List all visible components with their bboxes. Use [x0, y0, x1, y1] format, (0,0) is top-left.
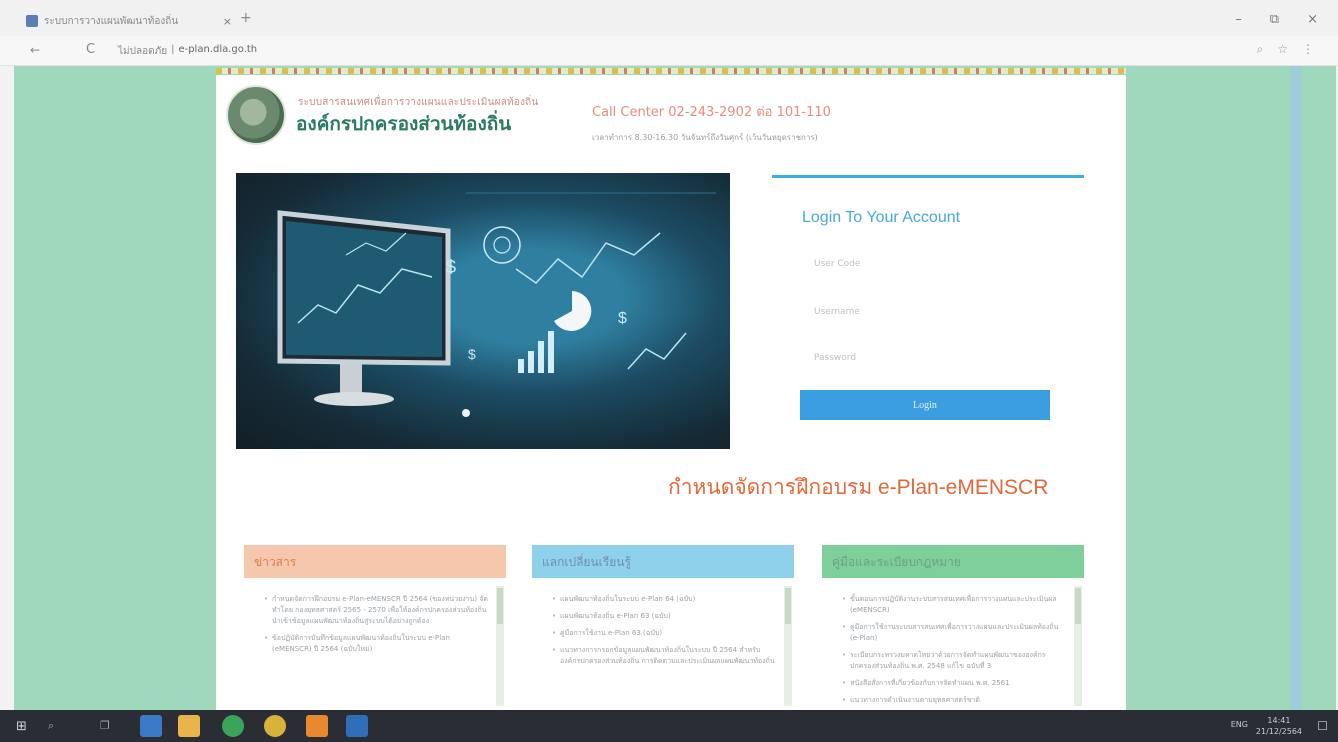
edge-app-icon[interactable] [140, 715, 162, 737]
learning-body: แผนพัฒนาท้องถิ่นในระบบ e-Plan 64 (ฉบับ) … [532, 578, 794, 710]
list-item[interactable]: แผนพัฒนาท้องถิ่น e-Plan 63 (ฉบับ) [552, 611, 776, 622]
taskbar-search-icon[interactable]: ⌕ [48, 719, 54, 733]
taskbar-clock[interactable]: 14:41 21/12/2564 [1256, 715, 1302, 737]
minimize-button[interactable]: – [1235, 12, 1242, 27]
hero-illustration: $ $ $ [277, 192, 716, 406]
login-title: Login To Your Account [802, 209, 961, 226]
decorative-border [216, 68, 1126, 74]
url-field[interactable]: ไม่ปลอดภัย | e-plan.dla.go.th [118, 44, 257, 59]
taskbar: ⊞ ⌕ ❐ ENG 14:41 21/12/2564 ☐ [0, 710, 1338, 742]
law-body: ขั้นตอนการปฏิบัติงานระบบสารสนเทศเพื่อการ… [822, 578, 1084, 710]
org-name: องค์กรปกครองส่วนท้องถิ่น [296, 114, 512, 135]
law-scrollbar[interactable] [1074, 586, 1082, 706]
back-button[interactable]: ← [30, 43, 40, 57]
username-input[interactable] [802, 297, 1052, 327]
browser-tab-bar: ระบบการวางแผนพัฒนาท้องถิ่น × + – ⧉ × [0, 0, 1338, 36]
windows-start-icon[interactable]: ⊞ [16, 719, 27, 734]
law-list: ขั้นตอนการปฏิบัติงานระบบสารสนเทศเพื่อการ… [842, 594, 1066, 706]
list-item[interactable]: แนวทางการดำเนินงานตามยุทธศาสตร์ชาติ [842, 695, 1066, 706]
svg-text:$: $ [446, 257, 456, 277]
news-column: ข่าวสาร กำหนดจัดการฝึกอบรม e-Plan-eMENSC… [244, 545, 506, 710]
news-list: กำหนดจัดการฝึกอบรม e-Plan-eMENSCR ปี 256… [264, 594, 488, 655]
task-view-icon[interactable]: ❐ [100, 719, 110, 732]
login-top-bar [772, 175, 1084, 178]
login-button[interactable]: Login [800, 390, 1050, 420]
address-bar: ← C ไม่ปลอดภัย | e-plan.dla.go.th ⌕ ☆ ⋮ [0, 36, 1338, 66]
file-explorer-icon[interactable] [178, 715, 200, 737]
learning-scrollbar[interactable] [784, 586, 792, 706]
close-window-button[interactable]: × [1307, 12, 1318, 27]
clock-date: 21/12/2564 [1255, 727, 1302, 736]
list-item[interactable]: ระเบียบกระทรวงมหาดไทยว่าด้วยการจัดทำแผนพ… [842, 650, 1066, 672]
menu-icon[interactable]: ⋮ [1302, 42, 1314, 57]
system-tray: ENG [1231, 720, 1248, 729]
law-header[interactable]: คู่มือและระเบียบกฎหมาย [822, 545, 1084, 578]
browser-tab[interactable]: ระบบการวางแผนพัฒนาท้องถิ่น × [26, 8, 232, 34]
bookmark-star-icon[interactable]: ☆ [1277, 42, 1288, 57]
news-body: กำหนดจัดการฝึกอบรม e-Plan-eMENSCR ปี 256… [244, 578, 506, 710]
learning-header[interactable]: แลกเปลี่ยนเรียนรู้ [532, 545, 794, 578]
favicon-icon [26, 15, 38, 27]
folder-app-icon[interactable] [306, 715, 328, 737]
news-scrollbar[interactable] [496, 586, 504, 706]
list-item[interactable]: แผนพัฒนาท้องถิ่นในระบบ e-Plan 64 (ฉบับ) [552, 594, 776, 605]
content-panel: ระบบสารสนเทศเพื่อการวางแผนและประเมินผลท้… [216, 75, 1126, 710]
list-item[interactable]: คู่มือการใช้งาน e-Plan 63 (ฉบับ) [552, 628, 776, 639]
list-item[interactable]: หนังสือสั่งการที่เกี่ยวข้องกับการจัดทำแผ… [842, 678, 1066, 689]
line-app-icon[interactable] [222, 715, 244, 737]
search-icon[interactable]: ⌕ [1257, 42, 1264, 57]
tab-title: ระบบการวางแผนพัฒนาท้องถิ่น [44, 15, 179, 27]
not-secure-label: ไม่ปลอดภัย [118, 46, 168, 57]
hero-slideshow: $ $ $ [236, 173, 730, 449]
browser-tools: ⌕ ☆ ⋮ [1257, 42, 1315, 57]
list-item[interactable]: แนวทางการกรอกข้อมูลแผนพัฒนาท้องถิ่นในระบ… [552, 645, 776, 667]
office-hours: เวลาทำการ 8.30-16.30 วันจันทร์ถึงวันศุกร… [592, 133, 818, 142]
password-input[interactable] [802, 343, 1052, 373]
url-text: e-plan.dla.go.th [178, 44, 258, 55]
learning-column: แลกเปลี่ยนเรียนรู้ แผนพัฒนาท้องถิ่นในระบ… [532, 545, 794, 710]
law-column: คู่มือและระเบียบกฎหมาย ขั้นตอนการปฏิบัติ… [822, 545, 1084, 710]
language-indicator[interactable]: ENG [1231, 720, 1248, 729]
right-scroll-stripe [1290, 66, 1302, 710]
chrome-app-icon[interactable] [264, 715, 286, 737]
reload-button[interactable]: C [86, 42, 95, 57]
training-heading[interactable]: กำหนดจัดการฝึกอบรม e-Plan-eMENSCR [668, 471, 1048, 504]
slide-indicator-dot[interactable] [462, 409, 470, 417]
clock-time: 14:41 [1267, 716, 1291, 725]
url-separator: | [171, 44, 175, 55]
dla-logo[interactable] [226, 85, 286, 145]
call-center: Call Center 02-243-2902 ต่อ 101-110 [592, 105, 831, 120]
list-item[interactable]: ข้อปฏิบัติการบันทึกข้อมูลแผนพัฒนาท้องถิ่… [264, 633, 488, 655]
word-app-icon[interactable] [346, 715, 368, 737]
list-item[interactable]: ขั้นตอนการปฏิบัติงานระบบสารสนเทศเพื่อการ… [842, 594, 1066, 616]
restore-button[interactable]: ⧉ [1270, 12, 1279, 27]
new-tab-button[interactable]: + [240, 10, 252, 26]
svg-text:$: $ [468, 346, 476, 362]
web-page: ระบบสารสนเทศเพื่อการวางแผนและประเมินผลท้… [14, 66, 1336, 710]
user-code-input[interactable] [802, 249, 1052, 279]
notification-icon[interactable]: ☐ [1317, 719, 1328, 733]
list-item[interactable]: คู่มือการใช้งานระบบสารสนเทศเพื่อการวางแผ… [842, 622, 1066, 644]
window-controls: – ⧉ × [1235, 12, 1318, 27]
org-tagline: ระบบสารสนเทศเพื่อการวางแผนและประเมินผลท้… [298, 97, 539, 108]
learning-list: แผนพัฒนาท้องถิ่นในระบบ e-Plan 64 (ฉบับ) … [552, 594, 776, 667]
tab-close-icon[interactable]: × [223, 15, 232, 28]
list-item[interactable]: กำหนดจัดการฝึกอบรม e-Plan-eMENSCR ปี 256… [264, 594, 488, 627]
news-header[interactable]: ข่าวสาร [244, 545, 506, 578]
svg-text:$: $ [618, 310, 627, 327]
